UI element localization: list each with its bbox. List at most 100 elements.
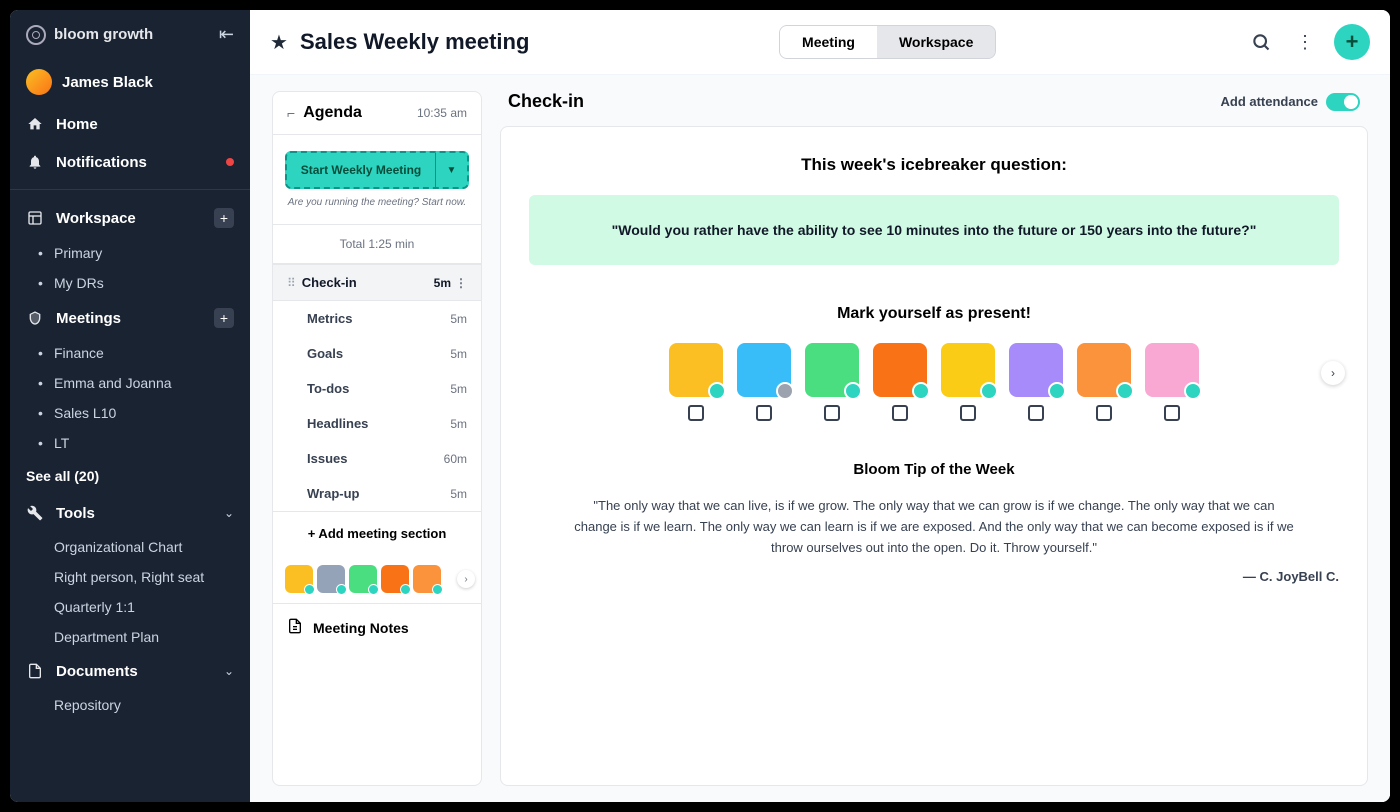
user-profile[interactable]: James Black [10, 59, 250, 105]
sidebar-item-emma-joanna[interactable]: Emma and Joanna [10, 368, 250, 398]
checkin-title: Check-in [508, 91, 584, 112]
tab-workspace[interactable]: Workspace [877, 26, 995, 58]
mini-avatar-icon[interactable] [413, 565, 441, 593]
brand[interactable]: bloom growth [26, 25, 153, 45]
presence-checkbox[interactable] [892, 405, 908, 421]
mini-avatar-icon[interactable] [317, 565, 345, 593]
mini-avatar-icon[interactable] [381, 565, 409, 593]
tip-heading: Bloom Tip of the Week [529, 461, 1339, 478]
agenda-item-duration: 5m [434, 276, 451, 290]
sidebar-item-my-drs[interactable]: My DRs [10, 268, 250, 298]
person-avatar-icon[interactable] [1145, 343, 1199, 397]
more-icon[interactable]: ⋮ [1290, 27, 1320, 57]
agenda-item-duration: 5m [450, 382, 467, 396]
agenda-item-headlines[interactable]: Headlines 5m [273, 406, 481, 441]
agenda-item-issues[interactable]: Issues 60m [273, 441, 481, 476]
topbar: ★ Sales Weekly meeting Meeting Workspace… [250, 10, 1390, 75]
attendance-label: Add attendance [1220, 94, 1318, 109]
mini-avatar-icon[interactable] [285, 565, 313, 593]
agenda-panel: ⌐ Agenda 10:35 am Start Weekly Meeting ▼… [272, 91, 482, 786]
presence-checkbox[interactable] [688, 405, 704, 421]
section-tools[interactable]: Tools ⌄ [10, 494, 250, 532]
collapse-sidebar-icon[interactable]: ⇤ [219, 24, 234, 45]
scroll-right-icon[interactable]: › [1321, 361, 1345, 385]
person-avatar-icon[interactable] [941, 343, 995, 397]
doc-repository[interactable]: Repository [10, 690, 250, 720]
sidebar-item-lt[interactable]: LT [10, 428, 250, 458]
search-icon[interactable] [1246, 27, 1276, 57]
content: ⌐ Agenda 10:35 am Start Weekly Meeting ▼… [250, 75, 1390, 802]
meeting-notes-button[interactable]: Meeting Notes [273, 603, 481, 651]
brand-row: bloom growth ⇤ [10, 24, 250, 59]
icebreaker-heading: This week's icebreaker question: [529, 155, 1339, 175]
tool-dept-plan[interactable]: Department Plan [10, 622, 250, 652]
tab-meeting[interactable]: Meeting [780, 26, 877, 58]
agenda-icon: ⌐ [287, 105, 295, 121]
person-avatar-icon[interactable] [805, 343, 859, 397]
person-avatar-icon[interactable] [1009, 343, 1063, 397]
sidebar-item-finance[interactable]: Finance [10, 338, 250, 368]
main: ★ Sales Weekly meeting Meeting Workspace… [250, 10, 1390, 802]
nav-notifications[interactable]: Notifications [10, 143, 250, 181]
tip-author: — C. JoyBell C. [529, 569, 1339, 584]
presence-checkbox[interactable] [1028, 405, 1044, 421]
agenda-item-duration: 5m [450, 417, 467, 431]
agenda-item-label: Metrics [307, 311, 353, 326]
tool-quarterly[interactable]: Quarterly 1:1 [10, 592, 250, 622]
home-icon [26, 115, 44, 133]
person-avatar-icon[interactable] [1077, 343, 1131, 397]
person-item [1145, 343, 1199, 421]
agenda-item-goals[interactable]: Goals 5m [273, 336, 481, 371]
agenda-item-wrapup[interactable]: Wrap-up 5m [273, 476, 481, 511]
drag-handle-icon[interactable]: ⠿ [287, 276, 294, 290]
see-all-meetings[interactable]: See all (20) [10, 458, 250, 494]
checkin-header: Check-in Add attendance [500, 91, 1368, 126]
add-meeting-button[interactable]: + [214, 308, 234, 328]
agenda-item-label: To-dos [307, 381, 349, 396]
mini-avatar-icon[interactable] [349, 565, 377, 593]
person-avatar-icon[interactable] [737, 343, 791, 397]
icebreaker-question: "Would you rather have the ability to se… [569, 219, 1299, 241]
person-item [941, 343, 995, 421]
section-documents-label: Documents [56, 663, 138, 680]
person-avatar-icon[interactable] [873, 343, 927, 397]
add-workspace-button[interactable]: + [214, 208, 234, 228]
sidebar-item-sales-l10[interactable]: Sales L10 [10, 398, 250, 428]
presence-checkbox[interactable] [1164, 405, 1180, 421]
attendance-toggle[interactable] [1326, 93, 1360, 111]
start-meeting-button[interactable]: Start Weekly Meeting [287, 153, 435, 187]
start-meeting-dropdown[interactable]: ▼ [435, 153, 467, 187]
sidebar-item-primary[interactable]: Primary [10, 238, 250, 268]
section-documents[interactable]: Documents ⌄ [10, 652, 250, 690]
agenda-item-checkin[interactable]: ⠿ Check-in 5m ⋮ [273, 264, 481, 301]
tool-org-chart[interactable]: Organizational Chart [10, 532, 250, 562]
notes-icon [287, 618, 303, 637]
meetings-icon [26, 309, 44, 327]
section-tools-label: Tools [56, 505, 95, 522]
tool-right-person[interactable]: Right person, Right seat [10, 562, 250, 592]
section-workspace[interactable]: Workspace + [10, 198, 250, 238]
star-icon[interactable]: ★ [270, 30, 288, 55]
add-agenda-section-button[interactable]: + Add meeting section [273, 511, 481, 555]
presence-checkbox[interactable] [960, 405, 976, 421]
presence-checkbox[interactable] [824, 405, 840, 421]
checkin-panel: Check-in Add attendance This week's iceb… [500, 91, 1368, 786]
agenda-item-todos[interactable]: To-dos 5m [273, 371, 481, 406]
nav-notifications-label: Notifications [56, 154, 147, 171]
presence-checkbox[interactable] [756, 405, 772, 421]
start-block: Start Weekly Meeting ▼ Are you running t… [273, 135, 481, 225]
person-avatar-icon[interactable] [669, 343, 723, 397]
person-item [737, 343, 791, 421]
avatars-row: › [529, 343, 1339, 421]
scroll-right-icon[interactable]: › [457, 570, 475, 588]
agenda-item-metrics[interactable]: Metrics 5m [273, 301, 481, 336]
checkin-card: This week's icebreaker question: "Would … [500, 126, 1368, 786]
presence-checkbox[interactable] [1096, 405, 1112, 421]
section-meetings[interactable]: Meetings + [10, 298, 250, 338]
agenda-item-label: Check-in [302, 275, 357, 290]
nav-home[interactable]: Home [10, 105, 250, 143]
create-button[interactable]: + [1334, 24, 1370, 60]
more-icon[interactable]: ⋮ [455, 276, 467, 290]
nav-home-label: Home [56, 116, 98, 133]
brand-logo-icon [26, 25, 46, 45]
